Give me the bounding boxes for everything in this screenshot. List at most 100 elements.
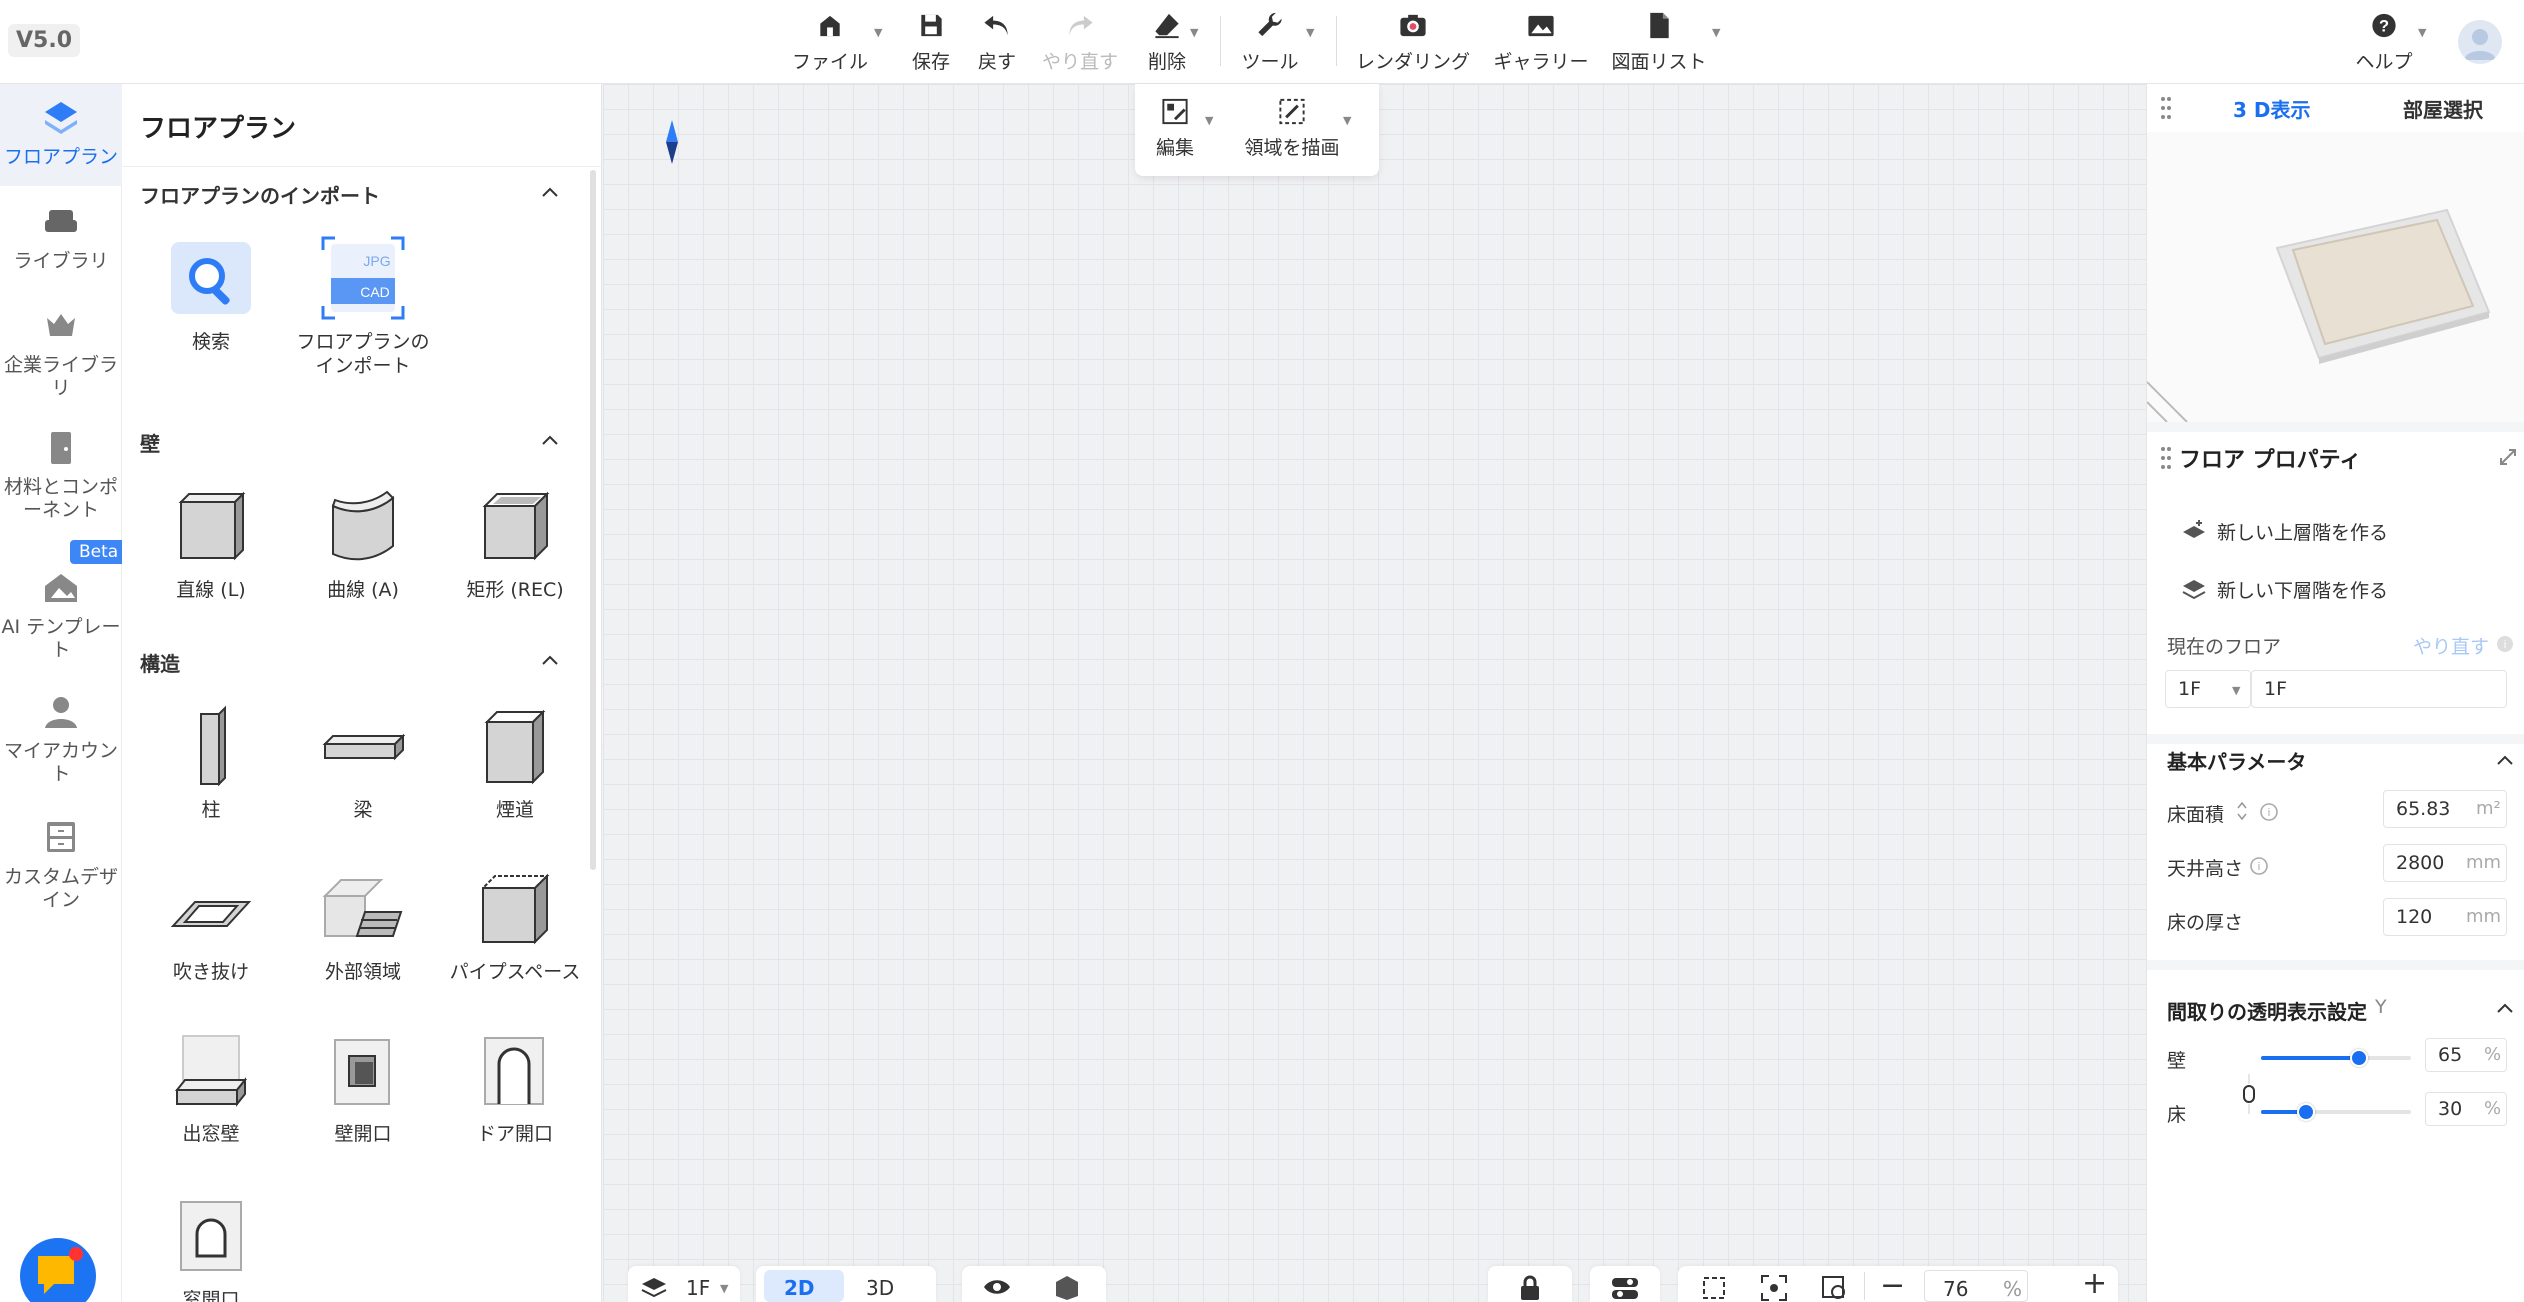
- drag-handle-icon[interactable]: [2161, 446, 2171, 470]
- layers-icon: [641, 1278, 667, 1298]
- ceiling-height-input[interactable]: 2800 mm: [2383, 844, 2507, 882]
- floor-select[interactable]: 1F ▼: [2165, 670, 2251, 708]
- bay-window-tile[interactable]: 出窓壁: [136, 1028, 286, 1146]
- chevron-down-icon[interactable]: ▼: [1306, 26, 1314, 39]
- nav-my-account[interactable]: マイアカウント: [0, 678, 122, 788]
- chevron-up-icon[interactable]: [2495, 998, 2515, 1018]
- chevron-down-icon[interactable]: ▼: [1712, 26, 1720, 39]
- nav-custom-design[interactable]: カスタムデザイン: [0, 804, 122, 924]
- chevron-up-icon[interactable]: [540, 430, 560, 450]
- slider-knob[interactable]: [2297, 1103, 2315, 1121]
- pipe-space-tile[interactable]: パイプスペース: [440, 866, 590, 984]
- crown-icon: [47, 314, 75, 336]
- flue-tile[interactable]: 煙道: [440, 704, 590, 822]
- nav-ai-template[interactable]: AI テンプレート: [0, 554, 122, 664]
- lock-control: [1488, 1266, 1572, 1302]
- wall-curve-tile[interactable]: 曲線 (A): [288, 484, 438, 602]
- chevron-down-icon[interactable]: ▼: [1205, 114, 1213, 127]
- sort-icon[interactable]: [2235, 800, 2249, 822]
- search-floorplan-tile[interactable]: 検索: [136, 236, 286, 354]
- info-icon: i: [2497, 636, 2513, 652]
- chevron-up-icon[interactable]: [2495, 750, 2515, 770]
- zoom-input[interactable]: 76 %: [1924, 1270, 2028, 1302]
- floor-transparency-input[interactable]: 30 %: [2425, 1092, 2507, 1126]
- info-icon[interactable]: i: [2259, 802, 2279, 822]
- lock-icon[interactable]: [1516, 1274, 1544, 1302]
- nav-floorplan[interactable]: フロアプラン: [0, 84, 122, 186]
- help-button[interactable]: ? ヘルプ: [2356, 10, 2413, 74]
- chevron-down-icon[interactable]: ▼: [1190, 26, 1198, 39]
- avatar[interactable]: [2458, 20, 2502, 64]
- nav-library[interactable]: ライブラリ: [0, 188, 122, 288]
- zoom-in-button[interactable]: +: [2082, 1266, 2107, 1301]
- pipe-space-icon: [480, 873, 550, 945]
- mode-2d-button[interactable]: 2D: [764, 1270, 844, 1302]
- import-floorplan-tile[interactable]: JPG CAD フロアプランのインポート: [288, 236, 438, 378]
- ai-house-icon: [45, 574, 77, 602]
- chevron-down-icon[interactable]: ▼: [2418, 26, 2426, 39]
- info-icon[interactable]: i: [2249, 856, 2269, 876]
- gallery-button[interactable]: ギャラリー: [1494, 10, 1589, 74]
- draw-area-button[interactable]: 領域を描画: [1245, 96, 1340, 160]
- design-canvas[interactable]: [603, 84, 2146, 1302]
- eye-icon[interactable]: [982, 1276, 1012, 1298]
- pillar-tile[interactable]: 柱: [136, 704, 286, 822]
- divider: [2147, 960, 2524, 970]
- save-icon: [921, 14, 942, 37]
- beam-tile[interactable]: 梁: [288, 704, 438, 822]
- zoom-out-button[interactable]: −: [1880, 1268, 1905, 1302]
- edit-button[interactable]: 編集: [1153, 96, 1197, 160]
- cube-icon[interactable]: [1052, 1274, 1082, 1300]
- void-tile[interactable]: 吹き抜け: [136, 866, 286, 984]
- floor-thickness-input[interactable]: 120 mm: [2383, 898, 2507, 936]
- file-menu-button[interactable]: ファイル: [792, 10, 868, 74]
- panel-scrollbar[interactable]: [590, 170, 596, 870]
- slider-knob[interactable]: [2349, 1049, 2368, 1067]
- new-lower-floor-button[interactable]: 新しい下層階を作る: [2181, 572, 2431, 608]
- chevron-down-icon[interactable]: ▼: [874, 26, 882, 39]
- floor-name-input[interactable]: 1F: [2251, 670, 2507, 708]
- delete-button[interactable]: 削除: [1142, 10, 1192, 74]
- save-button[interactable]: 保存: [906, 10, 956, 74]
- wall-straight-tile[interactable]: 直線 (L): [136, 484, 286, 602]
- wall-opening-tile[interactable]: 壁開口: [288, 1028, 438, 1146]
- fit-view-icon[interactable]: [1700, 1274, 1728, 1302]
- mode-3d-button[interactable]: 3D: [852, 1270, 928, 1302]
- focus-icon[interactable]: [1760, 1274, 1788, 1302]
- tab-3d-view[interactable]: 3 D表示: [2233, 94, 2310, 123]
- door-opening-tile[interactable]: ドア開口: [440, 1028, 590, 1146]
- flue-icon: [484, 709, 546, 785]
- void-icon: [170, 901, 252, 927]
- right-panel: 3 D表示 部屋選択 フロア プロパティ 新しい上層階を作る 新しい下層階を作る…: [2146, 84, 2524, 1302]
- door-icon: [51, 432, 71, 464]
- drag-handle-icon[interactable]: [2161, 96, 2171, 120]
- wall-rect-tile[interactable]: 矩形 (REC): [440, 484, 590, 602]
- window-opening-tile[interactable]: 窓開口: [136, 1194, 286, 1302]
- redo-link[interactable]: やり直す: [2413, 632, 2489, 659]
- chat-support-button[interactable]: [20, 1238, 96, 1302]
- link-icon[interactable]: [2241, 1074, 2257, 1114]
- chevron-up-icon[interactable]: [540, 650, 560, 670]
- chevron-down-icon[interactable]: ▼: [1343, 114, 1351, 127]
- pillar-icon: [200, 705, 226, 787]
- zoom-area-icon[interactable]: [1820, 1274, 1848, 1302]
- exterior-area-tile[interactable]: 外部領域: [288, 866, 438, 984]
- undo-button[interactable]: 戻す: [972, 10, 1022, 74]
- toggle-settings-icon[interactable]: [1610, 1274, 1640, 1302]
- tab-room-select[interactable]: 部屋選択: [2403, 94, 2483, 123]
- floor-area-input[interactable]: 65.83 m²: [2383, 790, 2507, 828]
- svg-text:CAD: CAD: [360, 284, 390, 300]
- tools-menu-button[interactable]: ツール: [1240, 10, 1300, 74]
- nav-materials[interactable]: 材料とコンポーネント: [0, 414, 122, 524]
- floor-switcher[interactable]: 1F ▼: [628, 1266, 740, 1302]
- redo-button[interactable]: やり直す: [1040, 10, 1120, 74]
- nav-enterprise-library[interactable]: 企業ライブラリ: [0, 292, 122, 402]
- chevron-up-icon[interactable]: [540, 182, 560, 202]
- divider: [1864, 1272, 1865, 1300]
- wall-transparency-input[interactable]: 65 %: [2425, 1038, 2507, 1072]
- expand-icon[interactable]: [2499, 448, 2517, 466]
- rendering-button[interactable]: レンダリング: [1356, 10, 1470, 74]
- new-upper-floor-button[interactable]: 新しい上層階を作る: [2181, 514, 2431, 550]
- 3d-preview[interactable]: [2146, 132, 2524, 423]
- drawing-list-button[interactable]: 図面リスト: [1612, 10, 1707, 74]
